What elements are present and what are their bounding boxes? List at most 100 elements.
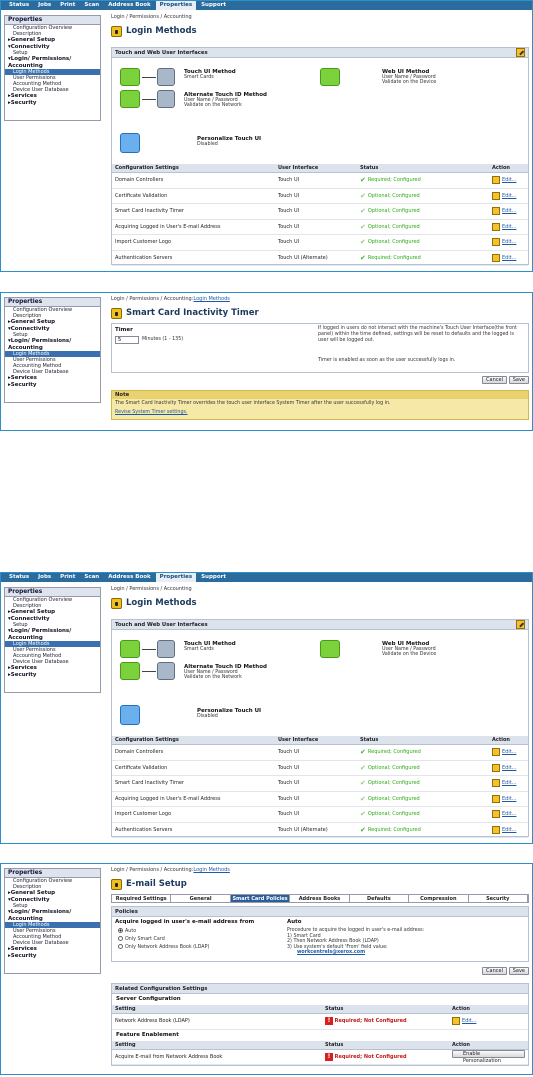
edit-label: Edit... bbox=[502, 811, 517, 818]
note-heading: Note bbox=[112, 391, 528, 399]
table-row: Domain Controllers Touch UI ✔ Required; Con… bbox=[112, 172, 528, 189]
nav-tab-jobs[interactable]: Jobs bbox=[34, 1, 55, 10]
nav-tab-support[interactable]: Support bbox=[197, 1, 230, 10]
pencil-icon bbox=[452, 1017, 460, 1026]
radio-smart-card-dot[interactable] bbox=[118, 936, 123, 941]
edit-link[interactable]: Edit... bbox=[492, 176, 525, 185]
cancel-button[interactable]: Cancel bbox=[482, 376, 507, 384]
checkmark-icon: ✔ bbox=[360, 191, 366, 200]
nav-tab-jobs[interactable]: Jobs bbox=[34, 573, 55, 582]
email-tab[interactable]: Address Books bbox=[290, 895, 350, 902]
col-status: Status bbox=[357, 164, 489, 173]
server-icon bbox=[157, 662, 175, 680]
checkmark-icon: ✔ bbox=[360, 810, 366, 819]
related-box: Related Configuration Settings Server Co… bbox=[111, 983, 529, 1066]
sidebar-item-label: Accounting bbox=[8, 62, 43, 69]
col-ui: User Interface bbox=[275, 164, 357, 173]
server-table: Setting Status Action Network Address Bo… bbox=[112, 1005, 528, 1030]
action-cell: Edit... bbox=[489, 806, 528, 823]
lock-icon bbox=[111, 307, 122, 319]
edit-link[interactable]: Edit... bbox=[492, 191, 525, 200]
status-text: Required; Configured bbox=[367, 177, 421, 184]
nav-tab-properties[interactable]: Properties bbox=[155, 1, 197, 10]
nav-tab-status[interactable]: Status bbox=[5, 1, 33, 10]
sidebar: Properties Configuration Overview Descrip… bbox=[4, 15, 101, 121]
edit-link[interactable]: Edit... bbox=[492, 222, 525, 231]
nav-tab-support[interactable]: Support bbox=[197, 573, 230, 582]
cancel-button[interactable]: Cancel bbox=[482, 967, 507, 975]
pencil-icon[interactable] bbox=[516, 48, 525, 57]
radio-smart-card[interactable]: Only Smart Card bbox=[118, 936, 165, 942]
radio-auto[interactable]: Auto bbox=[118, 928, 136, 934]
sidebar-item-label: Login/ Permissions/ bbox=[10, 628, 72, 634]
edit-link[interactable]: Edit... bbox=[492, 794, 525, 803]
table-row: Smart Card Inactivity Timer Touch UI ✔ Opti… bbox=[112, 775, 528, 792]
enable-personalization-button[interactable]: Enable Personalization bbox=[452, 1049, 525, 1064]
policies-header: Policies bbox=[112, 907, 528, 917]
sidebar-items: Configuration Overview Description ▸Genera… bbox=[5, 878, 100, 959]
radio-auto-dot[interactable] bbox=[118, 928, 123, 933]
revise-timer-link[interactable]: Revise System Timer settings. bbox=[112, 408, 528, 417]
sidebar-item[interactable]: ▸Security bbox=[5, 100, 100, 107]
alt-method: Alternate Touch ID Method User Name / Pa… bbox=[184, 664, 267, 680]
policies-title: Policies bbox=[115, 908, 138, 915]
email-tab[interactable]: Security bbox=[469, 895, 528, 902]
checkmark-icon: ✔ bbox=[360, 779, 366, 788]
email-tab[interactable]: Required Settings bbox=[112, 895, 172, 902]
status-badge: ✔ Required; Configured bbox=[360, 826, 486, 834]
table-row: Domain Controllers Touch UI ✔ Required; Con… bbox=[112, 744, 528, 761]
printer-icon bbox=[120, 662, 140, 680]
sidebar-item-label: Connectivity bbox=[10, 896, 50, 903]
nav-tab-status[interactable]: Status bbox=[5, 573, 33, 582]
radio-auto-label: Auto bbox=[125, 929, 137, 934]
email-tabs: Required Settings General Smart Card Polic… bbox=[111, 894, 529, 903]
alt-method-sub2: Validate on the Network bbox=[184, 103, 242, 108]
lock-icon bbox=[111, 878, 122, 890]
pencil-icon[interactable] bbox=[516, 620, 525, 629]
nav-tab-scan[interactable]: Scan bbox=[80, 573, 103, 582]
sidebar-item[interactable]: ▸Security bbox=[5, 953, 100, 960]
sidebar-item[interactable]: ▸Security bbox=[5, 382, 100, 389]
email-tab[interactable]: Compression bbox=[409, 895, 469, 902]
edit-link[interactable]: Edit... bbox=[492, 207, 525, 216]
edit-link[interactable]: Edit... bbox=[492, 748, 525, 757]
nav-tab-properties[interactable]: Properties bbox=[155, 573, 197, 582]
action-cell: Edit... bbox=[449, 1013, 528, 1030]
radio-ldap-dot[interactable] bbox=[118, 944, 123, 949]
status-badge: ✔ Optional; Configured bbox=[360, 779, 486, 787]
save-button[interactable]: Save bbox=[508, 967, 529, 975]
edit-link[interactable]: Edit... bbox=[492, 810, 525, 819]
email-tab[interactable]: Smart Card Policies bbox=[230, 895, 291, 902]
edit-link[interactable]: Edit... bbox=[492, 779, 525, 788]
nav-tab-address-book[interactable]: Address Book bbox=[104, 1, 154, 10]
checkmark-icon: ✔ bbox=[360, 825, 366, 834]
edit-link[interactable]: Edit... bbox=[492, 825, 525, 834]
edit-link[interactable]: Edit... bbox=[492, 253, 525, 262]
radio-ldap[interactable]: Only Network Address Book (LDAP) bbox=[118, 944, 209, 950]
sidebar-item-label: Connectivity bbox=[10, 615, 50, 622]
nav-tab-address-book[interactable]: Address Book bbox=[104, 573, 154, 582]
timer-input[interactable] bbox=[115, 336, 139, 344]
edit-label: Edit... bbox=[502, 795, 517, 802]
sidebar-item-label: Accounting bbox=[8, 344, 43, 351]
breadcrumb-link[interactable]: Login Methods bbox=[193, 867, 229, 873]
action-cell: Edit... bbox=[489, 188, 528, 204]
nav-tab-print[interactable]: Print bbox=[56, 1, 79, 10]
edit-link[interactable]: Edit... bbox=[492, 763, 525, 772]
edit-link[interactable]: Edit... bbox=[492, 238, 525, 247]
nav-tab-scan[interactable]: Scan bbox=[80, 1, 103, 10]
login-box: Touch and Web User Interfaces Touch UI M… bbox=[111, 619, 529, 838]
col-action: Action bbox=[489, 164, 528, 173]
edit-label: Edit... bbox=[502, 223, 517, 230]
sidebar-item[interactable]: ▸Security bbox=[5, 672, 100, 679]
setting-cell: Domain Controllers bbox=[112, 744, 275, 761]
email-tab[interactable]: Defaults bbox=[350, 895, 410, 902]
breadcrumb-link[interactable]: Login Methods bbox=[193, 296, 229, 302]
touch-method-sub: Smart Cards bbox=[184, 75, 214, 80]
email-tab[interactable]: General bbox=[171, 895, 231, 902]
status-cell: ✔ Optional; Configured bbox=[357, 203, 489, 220]
action-cell: Edit... bbox=[489, 172, 528, 189]
save-button[interactable]: Save bbox=[508, 376, 529, 384]
nav-tab-print[interactable]: Print bbox=[56, 573, 79, 582]
edit-link[interactable]: Edit... bbox=[452, 1017, 525, 1026]
